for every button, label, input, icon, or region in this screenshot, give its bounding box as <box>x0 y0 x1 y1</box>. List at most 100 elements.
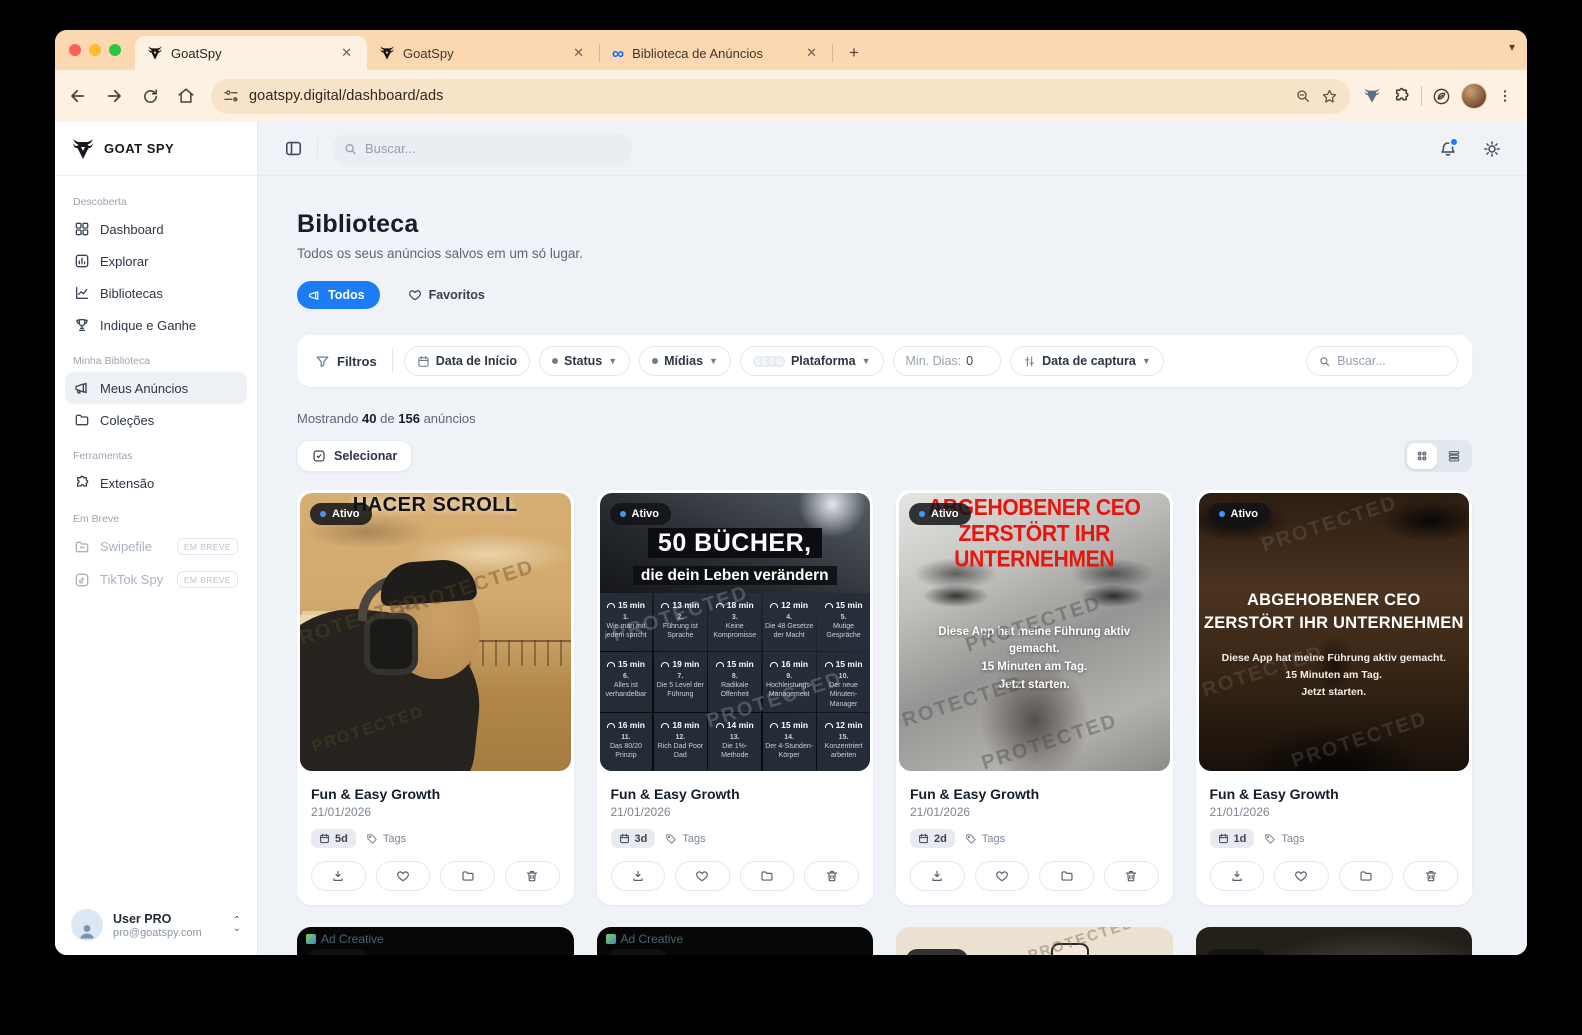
download-button[interactable] <box>611 861 666 891</box>
tab-title: Biblioteca de Anúncios <box>632 46 793 61</box>
ad-card-partial[interactable]: Ativo <box>1196 927 1473 955</box>
card-actions <box>1210 861 1459 891</box>
sidebar-item-explorar[interactable]: Explorar <box>65 245 247 277</box>
close-window-button[interactable] <box>69 44 81 56</box>
status-badge: Ativo <box>906 949 968 955</box>
download-button[interactable] <box>1210 861 1265 891</box>
sidebar-toggle-icon[interactable] <box>284 139 303 158</box>
tags-chip[interactable]: Tags <box>965 833 1005 845</box>
address-bar[interactable]: goatspy.digital/dashboard/ads <box>211 79 1350 114</box>
tab-close-icon[interactable]: ✕ <box>801 43 822 63</box>
site-settings-icon[interactable] <box>223 88 239 104</box>
line-chart-icon <box>74 285 90 301</box>
tab-meta-ads-library[interactable]: ∞ Biblioteca de Anúncios ✕ <box>600 36 832 70</box>
tab-goatspy-2[interactable]: GoatSpy ✕ <box>367 36 599 70</box>
user-account-menu[interactable]: User PRO pro@goatspy.com ⌃⌄ <box>55 895 257 955</box>
ad-creative-preview[interactable]: Ativo HACER SCROLL PROTECTED PROTECTED <box>300 493 571 771</box>
download-button[interactable] <box>311 861 366 891</box>
sidebar-item-label: Bibliotecas <box>100 286 163 301</box>
ad-card-partial[interactable]: Ad Creative Ativo <box>597 927 874 955</box>
tab-title: GoatSpy <box>171 46 328 61</box>
tab-search-chevron-icon[interactable]: ▾ <box>1509 40 1515 54</box>
filter-min-days[interactable]: Min. Dias: <box>893 346 1002 376</box>
ad-creative-preview[interactable]: Ativo ABGEHOBENER CEOZERSTÖRT IHR UNTERN… <box>1199 493 1470 771</box>
menu-kebab-icon[interactable] <box>1497 88 1513 104</box>
favorite-button[interactable] <box>675 861 730 891</box>
ads-grid-row2: Ad Creative Ativo Ad Creative Ativo PROT… <box>297 927 1472 955</box>
ad-creative-preview[interactable]: Ativo ABGEHOBENER CEOZERSTÖRT IHR UNTERN… <box>899 493 1170 771</box>
select-button[interactable]: Selecionar <box>297 440 412 472</box>
maximize-window-button[interactable] <box>109 44 121 56</box>
add-to-collection-button[interactable] <box>740 861 795 891</box>
sidebar-item-indique-e-ganhe[interactable]: Indique e Ganhe <box>65 309 247 341</box>
ad-creative-preview[interactable]: Ativo 50 BÜCHER, die dein Leben veränder… <box>600 493 871 771</box>
ad-creative-icon <box>306 934 316 944</box>
download-button[interactable] <box>910 861 965 891</box>
tags-chip[interactable]: Tags <box>665 833 705 845</box>
sidebar-item-tiktok-spy[interactable]: TikTok Spy EM BREVE <box>65 563 247 596</box>
heart-icon <box>995 869 1009 883</box>
profile-avatar[interactable] <box>1461 83 1487 109</box>
delete-button[interactable] <box>1104 861 1159 891</box>
sidebar-item-dashboard[interactable]: Dashboard <box>65 213 247 245</box>
url-text: goatspy.digital/dashboard/ads <box>249 88 1285 104</box>
filter-plataforma[interactable]: Plataforma▼ <box>740 346 884 376</box>
forward-button[interactable] <box>97 79 131 113</box>
sidebar-item-swipefile[interactable]: Swipefile EM BREVE <box>65 530 247 563</box>
minimize-window-button[interactable] <box>89 44 101 56</box>
sidebar-item-colecoes[interactable]: Coleções <box>65 404 247 436</box>
ad-card-partial[interactable]: PROTECTED Ativo <box>896 927 1173 955</box>
tab-todos[interactable]: Todos <box>297 281 380 309</box>
home-button[interactable] <box>169 79 203 113</box>
ad-card-partial[interactable]: Ad Creative Ativo <box>297 927 574 955</box>
tab-favoritos[interactable]: Favoritos <box>398 281 495 309</box>
filter-status[interactable]: Status▼ <box>539 346 630 376</box>
filter-capture-date[interactable]: Data de captura▼ <box>1010 346 1164 376</box>
min-days-input[interactable] <box>966 354 988 368</box>
favorite-button[interactable] <box>975 861 1030 891</box>
notifications-button[interactable] <box>1439 140 1457 158</box>
delete-button[interactable] <box>505 861 560 891</box>
sidebar-item-extensao[interactable]: Extensão <box>65 467 247 499</box>
filter-start-date[interactable]: Data de Início <box>404 346 530 376</box>
bookmark-star-icon[interactable] <box>1321 88 1338 105</box>
sidebar-item-bibliotecas[interactable]: Bibliotecas <box>65 277 247 309</box>
delete-button[interactable] <box>804 861 859 891</box>
browser-toolbar: goatspy.digital/dashboard/ads <box>55 70 1527 122</box>
favorite-button[interactable] <box>376 861 431 891</box>
add-to-collection-button[interactable] <box>440 861 495 891</box>
sidebar-item-label: TikTok Spy <box>100 572 163 587</box>
sidebar-item-label: Explorar <box>100 254 148 269</box>
new-tab-button[interactable]: + <box>841 40 867 66</box>
add-to-collection-button[interactable] <box>1039 861 1094 891</box>
tab-close-icon[interactable]: ✕ <box>568 43 589 63</box>
list-view-button[interactable] <box>1439 443 1469 469</box>
extensions-puzzle-icon[interactable] <box>1392 87 1411 106</box>
delete-button[interactable] <box>1403 861 1458 891</box>
tag-icon <box>366 833 378 845</box>
tab-goatspy-1[interactable]: GoatSpy ✕ <box>135 36 367 70</box>
notification-dot <box>1449 137 1459 147</box>
heart-icon <box>396 869 410 883</box>
tags-chip[interactable]: Tags <box>1264 833 1304 845</box>
sidebar-item-meus-anuncios[interactable]: Meus Anúncios <box>65 372 247 404</box>
grid-view-button[interactable] <box>1407 443 1437 469</box>
goatspy-extension-icon[interactable] <box>1362 86 1382 106</box>
sidebar-item-label: Meus Anúncios <box>100 381 188 396</box>
tags-chip[interactable]: Tags <box>366 833 406 845</box>
back-button[interactable] <box>61 79 95 113</box>
ad-card: Ativo ABGEHOBENER CEOZERSTÖRT IHR UNTERN… <box>896 490 1173 905</box>
global-search-input[interactable] <box>365 141 620 156</box>
favorite-button[interactable] <box>1274 861 1329 891</box>
zoom-icon[interactable] <box>1295 88 1311 104</box>
filter-midias[interactable]: Mídias▼ <box>639 346 731 376</box>
ad-title: Fun & Easy Growth <box>910 786 1159 802</box>
library-search[interactable] <box>1306 346 1458 376</box>
global-search[interactable] <box>332 133 632 165</box>
theme-sun-icon[interactable] <box>1483 140 1501 158</box>
performance-leaf-icon[interactable] <box>1432 87 1451 106</box>
library-search-input[interactable] <box>1337 354 1445 368</box>
tab-close-icon[interactable]: ✕ <box>336 43 357 63</box>
reload-button[interactable] <box>133 79 167 113</box>
add-to-collection-button[interactable] <box>1339 861 1394 891</box>
